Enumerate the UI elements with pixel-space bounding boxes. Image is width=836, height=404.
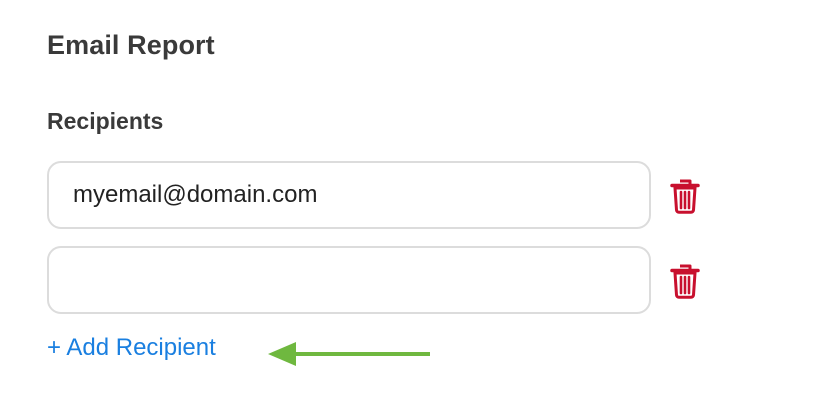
- recipient-email-input[interactable]: [47, 161, 651, 229]
- email-report-panel: Email Report Recipients myemail@domain.c…: [0, 0, 836, 404]
- trash-icon: [670, 179, 700, 214]
- delete-recipient-button[interactable]: [665, 261, 705, 301]
- section-title: Email Report: [47, 30, 215, 60]
- recipients-label: Recipients: [47, 108, 164, 134]
- annotation-arrow-icon: [268, 342, 430, 366]
- recipient-email-input[interactable]: [47, 246, 651, 314]
- recipient-row: [47, 161, 747, 229]
- delete-recipient-button[interactable]: [665, 176, 705, 216]
- recipient-row: [47, 246, 747, 314]
- add-recipient-link[interactable]: + Add Recipient: [47, 334, 216, 362]
- trash-icon: [670, 264, 700, 299]
